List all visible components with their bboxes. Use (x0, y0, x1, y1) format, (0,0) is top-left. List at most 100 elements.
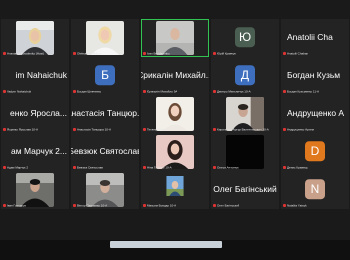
participant-name-label: Олег Багінський (213, 203, 240, 207)
participant-tile[interactable]: Тетяна Левчук (141, 95, 209, 133)
participant-tile[interactable]: Ivan Bondarenko (141, 19, 209, 57)
participant-video (86, 21, 124, 55)
mic-muted-icon (213, 89, 216, 93)
participant-tile[interactable]: енко Яросла... Ященко Ярослав 10-А (1, 95, 69, 133)
mic-muted-icon (283, 127, 286, 131)
mic-muted-icon (213, 203, 216, 207)
mic-muted-icon (213, 165, 216, 169)
participant-video (226, 97, 264, 131)
participant-video (86, 173, 124, 207)
meeting-toolbar (0, 240, 350, 260)
mic-muted-icon (73, 51, 76, 55)
participant-name-label: Богдан Кузьменко 11-А (283, 89, 320, 93)
participant-tile[interactable]: Віктор Павленко 10-А (71, 171, 139, 209)
participant-tile[interactable]: im Nahaichuk Vadym Nahaichuk (1, 57, 69, 95)
participant-name-text: Іван Гончарук (7, 203, 26, 207)
participant-name-text: Єрикалін Михайло 9А (147, 89, 178, 93)
mic-muted-icon (3, 51, 6, 55)
mic-muted-icon (73, 165, 76, 169)
participant-tile[interactable]: Ніна Гавриш 10-А (141, 133, 209, 171)
participant-tile[interactable]: Олеся Антонюк (211, 133, 279, 171)
participant-name-text: Олег Багінський (217, 203, 240, 207)
participant-name-text: Денис Кравець (287, 165, 308, 169)
participant-video (156, 135, 194, 169)
participant-tile[interactable]: Єрикалін Михайл... Єрикалін Михайло 9А (141, 57, 209, 95)
participant-name-label: Адам Марчук 2 (3, 165, 28, 169)
participant-display-name: im Nahaichuk (15, 70, 68, 80)
mic-muted-icon (73, 127, 76, 131)
participant-tile[interactable]: ам Марчук 2... Адам Марчук 2 (1, 133, 69, 171)
mic-muted-icon (283, 51, 286, 55)
participant-name-label: Дмитро Мельничук 10-А (213, 89, 251, 93)
participant-display-name: Олег Багінський (213, 184, 277, 194)
participant-display-name: Бевзюк Святослав (71, 146, 139, 156)
participant-name-label: Андрущенко Артем (283, 127, 314, 131)
participant-avatar: Б (95, 65, 115, 86)
participant-avatar: N (305, 179, 325, 200)
participant-name-text: Олеся Антонюк (217, 165, 239, 169)
participant-display-name: Єрикалін Михайл... (141, 70, 209, 80)
participant-tile[interactable]: Іван Гончарук (1, 171, 69, 209)
participant-name-text: Анастасія Танцюра 10-А (77, 127, 111, 131)
participant-video (16, 173, 54, 207)
participant-tile[interactable]: Анастасія Танцюр... Анастасія Танцюра 10-… (71, 95, 139, 133)
participant-video (16, 21, 54, 55)
participant-name-text: Vadym Nahaichuk (7, 89, 32, 93)
participant-avatar: D (305, 141, 325, 162)
participant-name-label: Nataliia Yatsyk (283, 203, 307, 207)
mic-muted-icon (213, 127, 216, 131)
participant-name-label: Бевзюк Святослав (73, 165, 103, 169)
screen-share-strip[interactable] (110, 241, 222, 248)
participant-name-label: Юрій Кравчук (213, 51, 236, 55)
participant-tile[interactable]: Андрущенко А Андрущенко Артем (281, 95, 349, 133)
participant-tile[interactable]: Ю Юрій Кравчук (211, 19, 279, 57)
participant-name-label: Кириленко Артур Валентинович 10-А (213, 127, 269, 131)
meeting-window: Anastasia Kovalenko (Host) Oleksandra Bi… (0, 0, 350, 260)
participant-gallery: Anastasia Kovalenko (Host) Oleksandra Bi… (0, 19, 350, 240)
participant-tile[interactable]: Олег Багінський Олег Багінський (211, 171, 279, 209)
participant-tile[interactable]: Богдан Кузьм Богдан Кузьменко 11-А (281, 57, 349, 95)
mic-muted-icon (3, 89, 6, 93)
participant-tile[interactable]: N Nataliia Yatsyk (281, 171, 349, 209)
participant-tile[interactable]: Б Богдан Шевченко (71, 57, 139, 95)
mic-muted-icon (3, 203, 6, 207)
participant-name-text: Богдан Кузьменко 11-А (287, 89, 320, 93)
mic-muted-icon (73, 89, 76, 93)
participant-name-label: Ніна Гавриш 10-А (143, 165, 172, 169)
participant-name-label: Oleksandra Bilous (73, 51, 102, 55)
participant-tile[interactable]: Кириленко Артур Валентинович 10-А (211, 95, 279, 133)
participant-video (156, 97, 194, 131)
mic-muted-icon (283, 89, 286, 93)
participant-name-text: Бевзюк Святослав (77, 165, 103, 169)
participant-video-off (226, 135, 264, 169)
participant-display-name: енко Яросла... (10, 108, 67, 118)
participant-name-label: Богдан Шевченко (73, 89, 101, 93)
participant-tile[interactable]: Anastasia Kovalenko (Host) (1, 19, 69, 57)
participant-name-label: Anastasia Kovalenko (Host) (3, 51, 44, 55)
mic-muted-icon (143, 203, 146, 207)
participant-tile[interactable]: D Денис Кравець (281, 133, 349, 171)
participant-name-text: Oleksandra Bilous (77, 51, 102, 55)
participant-name-text: Кириленко Артур Валентинович 10-А (217, 127, 269, 131)
participant-tile[interactable]: Oleksandra Bilous (71, 19, 139, 57)
participant-name-text: Anatolii Chaban (287, 51, 309, 55)
participant-name-label: Віктор Павленко 10-А (73, 203, 107, 207)
participant-name-label: Ivan Bondarenko (143, 51, 170, 55)
participant-name-label: Олеся Антонюк (213, 165, 239, 169)
participant-tile[interactable]: Д Дмитро Мельничук 10-А (211, 57, 279, 95)
participant-name-text: Адам Марчук 2 (7, 165, 28, 169)
participant-display-name: Андрущенко А (287, 108, 345, 118)
participant-display-name: Анастасія Танцюр... (71, 108, 139, 118)
participant-name-label: Анастасія Танцюра 10-А (73, 127, 111, 131)
participant-avatar: Д (235, 65, 255, 86)
participant-name-text: Ященко Ярослав 10-А (7, 127, 38, 131)
participant-display-name: Anatolii Cha (287, 32, 333, 42)
participant-tile[interactable]: Anatolii Cha Anatolii Chaban (281, 19, 349, 57)
participant-name-label: Денис Кравець (283, 165, 308, 169)
participant-name-label: Максим Бондар 10-А (143, 203, 176, 207)
mic-muted-icon (143, 165, 146, 169)
participant-display-name: ам Марчук 2... (11, 146, 67, 156)
participant-tile[interactable]: Бевзюк Святослав Бевзюк Святослав (71, 133, 139, 171)
participant-video (156, 21, 194, 55)
participant-tile[interactable]: Максим Бондар 10-А (141, 171, 209, 209)
